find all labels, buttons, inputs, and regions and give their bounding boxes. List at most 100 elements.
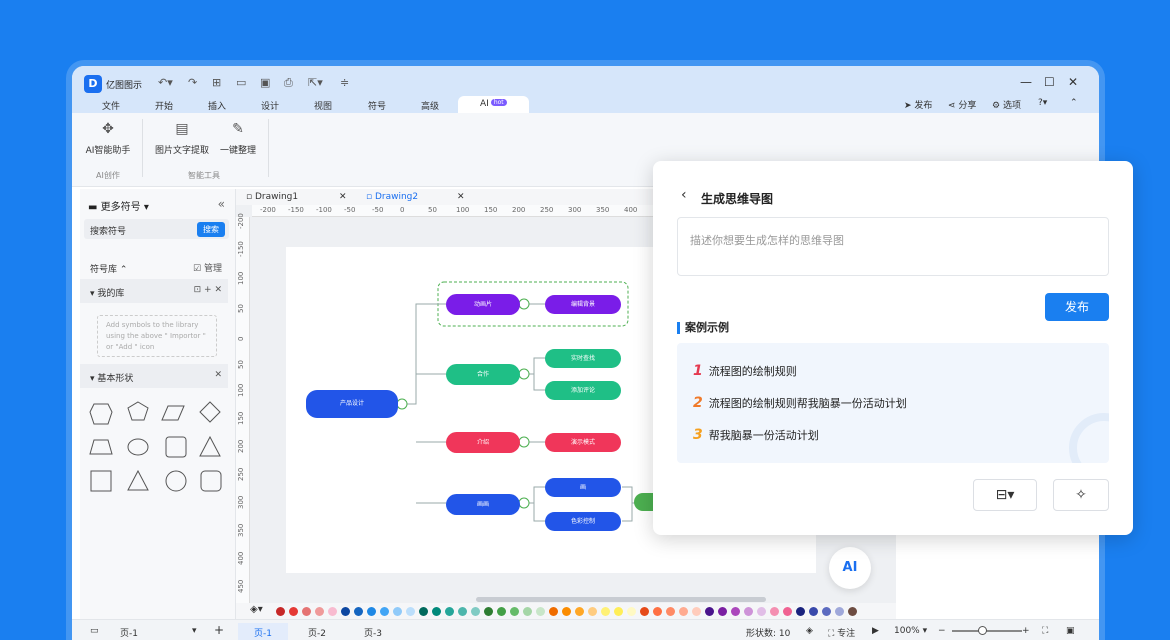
magic-wand-icon[interactable]: ✧ xyxy=(1053,479,1109,511)
color-swatch[interactable] xyxy=(679,607,688,616)
symbol-search-input[interactable]: 搜索符号 搜索 xyxy=(84,219,229,239)
color-swatch[interactable] xyxy=(601,607,610,616)
prompt-input[interactable]: 描述你想要生成怎样的思维导图 xyxy=(677,217,1109,276)
page-selector[interactable]: 页-1 xyxy=(120,626,138,639)
fit-page-icon[interactable]: ⛶ xyxy=(1042,626,1048,636)
color-swatch[interactable] xyxy=(731,607,740,616)
tab-drawing1-close-icon[interactable]: ✕ xyxy=(339,192,347,202)
b3-collapse-icon[interactable] xyxy=(518,436,530,448)
color-swatch[interactable] xyxy=(640,607,649,616)
parallelogram-shape[interactable] xyxy=(161,405,185,421)
page-view-icon[interactable]: ▭ xyxy=(90,626,99,636)
mindmap-root[interactable]: 产品设计 xyxy=(306,390,398,418)
color-swatch[interactable] xyxy=(757,607,766,616)
mindmap-leaf[interactable]: 演示模式 xyxy=(545,433,621,452)
triangle-outline-shape[interactable] xyxy=(127,469,149,491)
maximize-icon[interactable]: ☐ xyxy=(1044,75,1055,89)
tab-drawing2-close-icon[interactable]: ✕ xyxy=(457,192,465,202)
color-swatch[interactable] xyxy=(341,607,350,616)
color-swatch[interactable] xyxy=(510,607,519,616)
menu-file[interactable]: 文件 xyxy=(102,99,120,112)
color-swatch[interactable] xyxy=(289,607,298,616)
color-swatch[interactable] xyxy=(562,607,571,616)
triangle-shape[interactable] xyxy=(199,435,221,457)
back-icon[interactable]: ‹ xyxy=(681,187,687,203)
page-dropdown-icon[interactable]: ▾ xyxy=(192,626,197,636)
circle-shape[interactable] xyxy=(165,470,187,492)
style-menu-button[interactable]: ⊟▾ xyxy=(973,479,1037,511)
color-swatch[interactable] xyxy=(445,607,454,616)
color-swatch[interactable] xyxy=(614,607,623,616)
symbol-library-row[interactable]: 符号库 ⌃ ☑ 管理 xyxy=(80,255,228,279)
color-swatch[interactable] xyxy=(705,607,714,616)
minimize-icon[interactable]: — xyxy=(1020,75,1032,89)
redo-icon[interactable]: ↷ xyxy=(188,76,197,89)
example-item[interactable]: 2 流程图的绘制规则帮我脑暴一份活动计划 xyxy=(693,395,907,411)
mylib-actions[interactable]: ⊡ + ✕ xyxy=(194,285,222,295)
example-item[interactable]: 3 帮我脑暴一份活动计划 xyxy=(693,427,819,443)
color-swatch[interactable] xyxy=(783,607,792,616)
diamond-shape[interactable] xyxy=(199,401,221,423)
ai-assistant-button[interactable]: ✥ AI智能助手 xyxy=(84,121,132,156)
open-folder-icon[interactable]: ▭ xyxy=(236,76,246,89)
page-tab-2[interactable]: 页-2 xyxy=(308,626,326,639)
play-icon[interactable]: ▶ xyxy=(872,626,879,636)
mindmap-leaf[interactable]: 色彩控制 xyxy=(545,512,621,531)
export-icon[interactable]: ⇱▾ xyxy=(308,76,323,89)
color-swatch[interactable] xyxy=(302,607,311,616)
mindmap-branch-3[interactable]: 介绍 xyxy=(446,432,520,453)
ocr-button[interactable]: ▤ 图片文字提取 xyxy=(152,121,212,156)
color-swatch[interactable] xyxy=(523,607,532,616)
color-swatch[interactable] xyxy=(575,607,584,616)
menu-view[interactable]: 视图 xyxy=(314,99,332,112)
color-swatch[interactable] xyxy=(380,607,389,616)
zoom-level[interactable]: 100% ▾ xyxy=(894,626,927,636)
octagon-shape[interactable] xyxy=(89,403,113,425)
color-swatch[interactable] xyxy=(497,607,506,616)
save-icon[interactable]: ▣ xyxy=(260,76,270,89)
tab-drawing1[interactable]: ▫ Drawing1 xyxy=(246,192,298,202)
color-swatch[interactable] xyxy=(796,607,805,616)
tab-drawing2[interactable]: ▫ Drawing2 xyxy=(366,192,418,202)
color-swatch[interactable] xyxy=(432,607,441,616)
new-icon[interactable]: ⊞ xyxy=(212,76,221,89)
color-swatch[interactable] xyxy=(393,607,402,616)
collapse-sidebar-icon[interactable]: « xyxy=(218,197,225,211)
color-swatch[interactable] xyxy=(744,607,753,616)
b2-collapse-icon[interactable] xyxy=(518,368,530,380)
menu-advanced[interactable]: 高级 xyxy=(421,99,439,112)
color-swatch[interactable] xyxy=(276,607,285,616)
color-swatch[interactable] xyxy=(419,607,428,616)
zoom-in-icon[interactable]: + xyxy=(1022,626,1030,636)
mindmap-leaf[interactable]: 编辑背景 xyxy=(545,295,621,314)
collapse-ribbon-icon[interactable]: ⌃ xyxy=(1070,98,1078,108)
publish-top-button[interactable]: ➤ 发布 xyxy=(904,98,932,111)
color-swatch[interactable] xyxy=(471,607,480,616)
menu-insert[interactable]: 插入 xyxy=(208,99,226,112)
basic-shapes-header[interactable]: ▾ 基本形状 ✕ xyxy=(80,364,228,388)
color-swatch[interactable] xyxy=(328,607,337,616)
customize-icon[interactable]: ≑ xyxy=(340,76,349,89)
rounded-rect-shape[interactable] xyxy=(200,470,222,492)
ellipse-shape[interactable] xyxy=(127,438,149,456)
color-swatch[interactable] xyxy=(627,607,636,616)
add-page-icon[interactable]: + xyxy=(214,623,224,637)
zoom-slider[interactable] xyxy=(952,630,1022,632)
menu-design[interactable]: 设计 xyxy=(261,99,279,112)
focus-mode-button[interactable]: ⛶ 专注 xyxy=(828,626,855,639)
mindmap-leaf[interactable]: 画 xyxy=(545,478,621,497)
color-swatch[interactable] xyxy=(770,607,779,616)
b4-collapse-icon[interactable] xyxy=(518,497,530,509)
color-swatch[interactable] xyxy=(458,607,467,616)
zoom-out-icon[interactable]: − xyxy=(938,626,946,636)
color-swatch[interactable] xyxy=(549,607,558,616)
color-swatch[interactable] xyxy=(848,607,857,616)
share-button[interactable]: ⋖ 分享 xyxy=(948,98,976,111)
close-basic-shapes-icon[interactable]: ✕ xyxy=(214,370,222,380)
close-icon[interactable]: ✕ xyxy=(1068,75,1078,89)
color-swatch[interactable] xyxy=(718,607,727,616)
mindmap-leaf[interactable]: 实时查找 xyxy=(545,349,621,368)
color-swatch[interactable] xyxy=(588,607,597,616)
mindmap-branch-2[interactable]: 合作 xyxy=(446,364,520,385)
basic-shapes-grid[interactable] xyxy=(80,394,236,494)
